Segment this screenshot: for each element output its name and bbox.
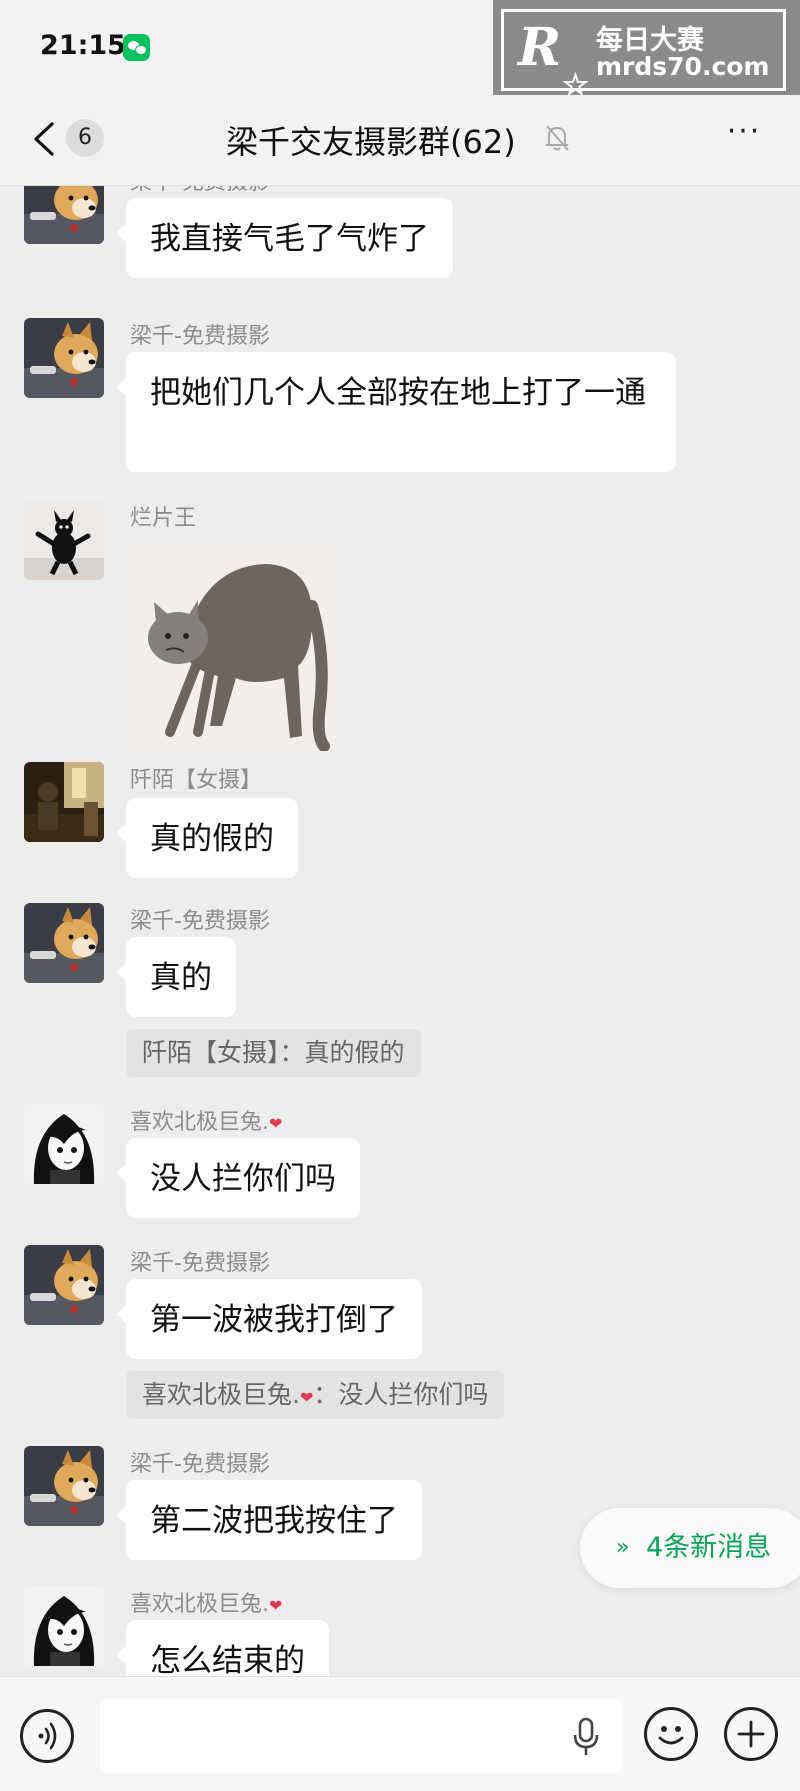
angry-cat-sticker[interactable] [126, 546, 334, 751]
more-options-button[interactable]: ··· [722, 117, 766, 153]
dark-photo-avatar[interactable] [24, 762, 104, 842]
chat-title: 梁千交友摄影群(62) [226, 123, 516, 161]
status-time: 21:15 [40, 30, 126, 61]
new-messages-button[interactable]: » 4条新消息 [580, 1508, 800, 1588]
message-bubble[interactable]: 第一波被我打倒了 [116, 1279, 422, 1359]
unread-badge[interactable]: 6 [66, 119, 104, 157]
message-list[interactable]: 梁千-免费摄影 我直接气毛了气炸了 梁千-免费摄影 把她们几个人全部按在地上打了… [0, 186, 800, 1676]
message-text: 真的 [150, 960, 212, 996]
heart-emoji: ❤ [269, 1114, 283, 1133]
watermark: R ☆ 每日大赛 每日大赛 mrds70.com [493, 0, 800, 106]
message-text: 怎么结束的 [150, 1643, 305, 1676]
watermark-logo-letter: R [518, 17, 562, 78]
plus-icon[interactable] [724, 1707, 778, 1761]
sender-name: 阡陌【女摄】 [130, 768, 263, 793]
input-bar [0, 1676, 800, 1791]
sender-name: 喜欢北极巨兔.❤ [130, 1104, 282, 1136]
voice-icon[interactable] [20, 1709, 74, 1763]
sender-name-text: 喜欢北极巨兔. [130, 1592, 269, 1617]
sender-name: 梁千-免费摄影 [130, 186, 270, 196]
message-bubble[interactable]: 第二波把我按住了 [116, 1480, 422, 1560]
message-text: 第一波被我打倒了 [150, 1302, 398, 1338]
heart-emoji: ❤ [269, 1596, 283, 1615]
message-bubble[interactable]: 把她们几个人全部按在地上打了一通 [116, 352, 676, 472]
watermark-logo: R ☆ 每日大赛 [518, 17, 589, 105]
double-chevron-down-icon: » [616, 1535, 630, 1560]
sender-name: 梁千-免费摄影 [130, 1452, 270, 1477]
chevron-left-icon[interactable] [30, 121, 60, 157]
new-messages-label: 4条新消息 [646, 1532, 772, 1563]
dog-avatar[interactable] [24, 1446, 104, 1526]
sender-name: 梁千-免费摄影 [130, 1251, 270, 1276]
quote-text: ：没人拦你们吗 [313, 1380, 489, 1409]
black-cat-avatar[interactable] [24, 500, 104, 580]
message-text: 第二波把我按住了 [150, 1503, 398, 1539]
microphone-icon[interactable] [572, 1717, 600, 1757]
message-bubble[interactable]: 真的 [116, 937, 236, 1017]
anime-girl-avatar[interactable] [24, 1104, 104, 1184]
message-bubble[interactable]: 没人拦你们吗 [116, 1138, 360, 1218]
sender-name-text: 喜欢北极巨兔. [130, 1110, 269, 1135]
quoted-message[interactable]: 阡陌【女摄】：真的假的 [126, 1029, 421, 1077]
dog-avatar[interactable] [24, 318, 104, 398]
sender-name: 梁千-免费摄影 [130, 909, 270, 934]
message-text: 把她们几个人全部按在地上打了一通 [150, 375, 646, 411]
bell-off-icon [546, 125, 569, 151]
dog-avatar[interactable] [24, 903, 104, 983]
heart-emoji: ❤ [299, 1388, 314, 1407]
message-text: 没人拦你们吗 [150, 1161, 336, 1197]
chat-header: 6 梁千交友摄影群(62) ··· [0, 95, 800, 186]
watermark-url: mrds70.com [596, 52, 770, 81]
sender-name: 梁千-免费摄影 [130, 324, 270, 349]
wechat-icon [123, 34, 150, 61]
message-text: 我直接气毛了气炸了 [150, 221, 429, 257]
quote-sender: 喜欢北极巨兔. [142, 1380, 300, 1409]
message-bubble[interactable]: 真的假的 [116, 798, 298, 878]
sender-name: 喜欢北极巨兔.❤ [130, 1586, 282, 1618]
smiley-icon[interactable] [644, 1707, 698, 1761]
anime-girl-avatar[interactable] [24, 1586, 104, 1666]
dog-avatar[interactable] [24, 1245, 104, 1325]
quote-text: 阡陌【女摄】：真的假的 [142, 1038, 405, 1067]
message-text: 真的假的 [150, 821, 274, 857]
quoted-message[interactable]: 喜欢北极巨兔.❤：没人拦你们吗 [126, 1371, 505, 1419]
dog-avatar[interactable] [24, 186, 104, 244]
sender-name: 烂片王 [130, 506, 197, 531]
message-input[interactable] [100, 1699, 622, 1773]
message-bubble[interactable]: 我直接气毛了气炸了 [116, 198, 453, 278]
message-bubble[interactable]: 怎么结束的 [116, 1620, 329, 1676]
watermark-frame: R ☆ 每日大赛 每日大赛 mrds70.com [501, 9, 786, 105]
